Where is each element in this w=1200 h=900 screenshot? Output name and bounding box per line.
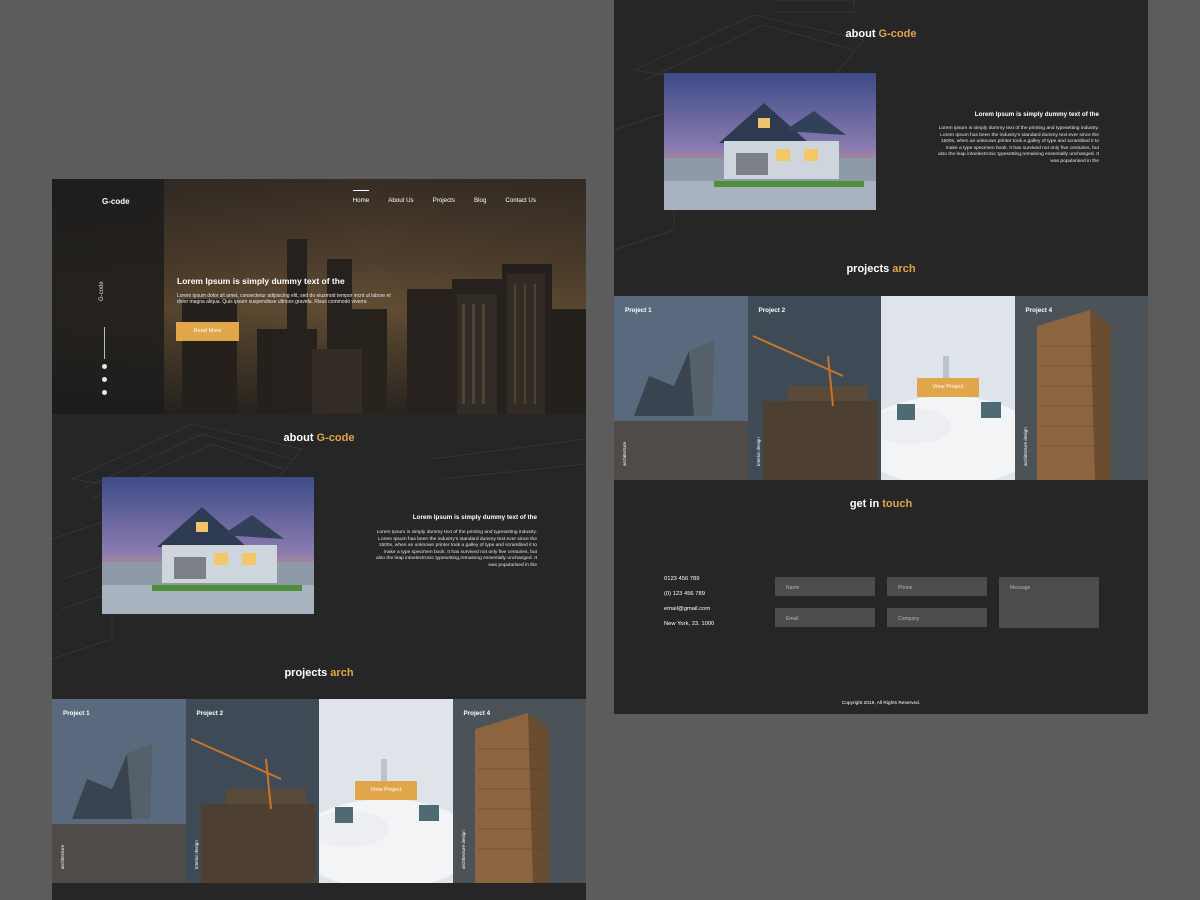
email-field[interactable]: Email — [775, 608, 875, 627]
vertical-brand-name: G-code — [99, 281, 105, 301]
contact-info: 0123 456 789 (0) 123 456 789 email@gmail… — [664, 576, 714, 636]
copyright-text: Copyright 2019, All Rights Reserved. — [841, 701, 921, 706]
project-card-1[interactable]: Project 1 architecture — [52, 699, 186, 883]
about-title: about G-code — [614, 28, 1148, 40]
about-title-prefix: about — [845, 28, 879, 40]
about-heading: Lorem Ipsum is simply dummy text of the — [412, 514, 537, 521]
projects-title-accent: arch — [892, 263, 916, 275]
phone-number-alt[interactable]: (0) 123 456 789 — [664, 591, 714, 597]
project-category: architecture — [622, 441, 627, 466]
projects-title-prefix: projects — [846, 263, 893, 275]
project-category: architecture design — [460, 830, 466, 869]
nav-about-us[interactable]: About Us — [388, 197, 413, 204]
project-card-3[interactable]: View Project — [319, 699, 453, 883]
company-field[interactable]: Company — [887, 608, 987, 627]
about-title: about G-code — [52, 432, 586, 444]
project-category: interior design — [755, 437, 761, 466]
about-title-accent: G-code — [878, 28, 917, 40]
address: New York, 23. 1000 — [664, 621, 715, 627]
project-label: Project 2 — [758, 307, 786, 314]
view-project-button[interactable]: View Project — [917, 378, 979, 397]
project-card-4[interactable]: Project 4 architecture design — [1014, 296, 1148, 480]
nav-home[interactable]: Home — [352, 190, 369, 204]
projects-title: projects arch — [52, 667, 586, 679]
nav-blog[interactable]: Blog — [474, 197, 486, 204]
view-project-button[interactable]: View Project — [355, 781, 417, 800]
phone-number[interactable]: 0123 456 789 — [664, 576, 714, 582]
homepage-mockup-right: about G-code Lorem Ipsum is simply dummy… — [614, 0, 1148, 714]
message-field[interactable]: Message — [999, 577, 1099, 628]
about-text: Lorem Ipsum is simply dummy text of the … — [938, 126, 1099, 164]
main-nav: Home About Us Projects Blog Contact Us — [352, 190, 536, 204]
project-card-1[interactable]: Project 1 architecture — [614, 296, 748, 480]
project-label: Project 4 — [1025, 307, 1053, 314]
hero-title: Lorem Ipsum is simply dummy text of the — [177, 276, 345, 286]
hero-text: Lorem ipsum dolor sit amet, consectetur … — [177, 293, 391, 305]
email-address[interactable]: email@gmail.com — [664, 606, 714, 612]
nav-contact-us[interactable]: Contact Us — [505, 197, 536, 204]
read-more-button[interactable]: Read More — [176, 322, 239, 341]
project-label: Project 2 — [196, 710, 224, 717]
nav-projects[interactable]: Projects — [433, 197, 455, 204]
project-category: interior design — [193, 840, 199, 869]
vertical-divider — [104, 327, 105, 359]
about-title-prefix: about — [283, 432, 317, 444]
homepage-mockup-left: G-code Home About Us Projects Blog Conta… — [52, 179, 586, 900]
house-photo — [102, 477, 314, 614]
projects-title-prefix: projects — [284, 667, 331, 679]
projects-title-accent: arch — [330, 667, 354, 679]
project-category: architecture — [60, 844, 65, 869]
projects-title: projects arch — [614, 263, 1148, 275]
project-card-4[interactable]: Project 4 architecture design — [452, 699, 586, 883]
logo[interactable]: G-code — [102, 197, 130, 206]
name-field[interactable]: Name — [775, 577, 875, 596]
projects-grid: Project 1 architecture Project 2 interio… — [614, 296, 1148, 480]
project-label: Project 1 — [625, 307, 652, 314]
house-photo — [664, 73, 876, 210]
contact-title-accent: touch — [882, 498, 913, 510]
instagram-icon[interactable] — [102, 377, 107, 382]
hero-section: G-code Home About Us Projects Blog Conta… — [52, 179, 586, 414]
hero-sidebar — [52, 179, 164, 414]
project-card-2[interactable]: Project 2 interior design — [747, 296, 881, 480]
about-text: Lorem Ipsum is simply dummy text of the … — [376, 530, 537, 568]
project-label: Project 1 — [63, 710, 90, 717]
project-card-3[interactable]: View Project — [881, 296, 1015, 480]
project-category: architecture design — [1022, 427, 1028, 466]
projects-grid: Project 1 architecture Project 2 interio… — [52, 699, 586, 883]
about-title-accent: G-code — [316, 432, 355, 444]
facebook-icon[interactable] — [102, 364, 107, 369]
about-heading: Lorem Ipsum is simply dummy text of the — [974, 111, 1099, 118]
twitter-icon[interactable] — [102, 390, 107, 395]
project-card-2[interactable]: Project 2 interior design — [185, 699, 319, 883]
project-label: Project 4 — [463, 710, 491, 717]
contact-title: get in touch — [614, 498, 1148, 510]
contact-title-prefix: get in — [849, 498, 883, 510]
phone-field[interactable]: Phone — [887, 577, 987, 596]
